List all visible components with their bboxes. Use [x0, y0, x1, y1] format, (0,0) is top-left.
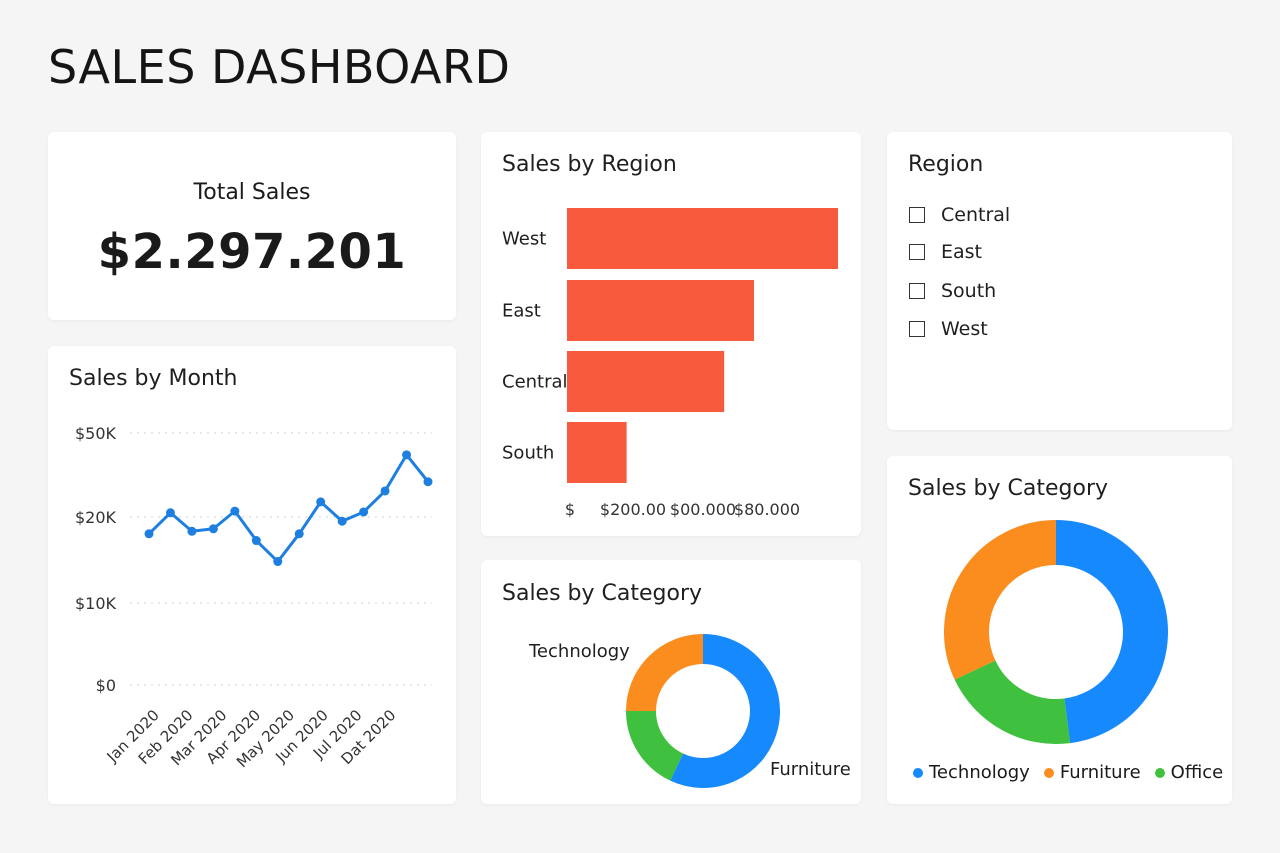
- sales-by-category-small-card: Sales by Category Technology Furniture: [481, 560, 861, 804]
- sales-by-month-card: Sales by Month $50K $20K $10K $0 Jan 2020 Feb…: [48, 346, 456, 804]
- category-label: East: [502, 301, 541, 322]
- data-point: [165, 508, 175, 518]
- data-point: [144, 529, 154, 539]
- slice-office: [626, 710, 684, 781]
- y-tick-label: $10K: [75, 594, 117, 613]
- filter-option-west[interactable]: West: [909, 317, 988, 341]
- filter-option-label: South: [941, 280, 997, 302]
- region-filter-card: Region Central East South West: [887, 132, 1232, 430]
- legend-dot: [913, 767, 923, 778]
- legend-item-office[interactable]: Office: [1154, 762, 1224, 783]
- checkbox[interactable]: [909, 207, 925, 223]
- checkbox[interactable]: [909, 244, 925, 260]
- checkbox[interactable]: [909, 321, 925, 337]
- y-tick-label: $0: [96, 676, 116, 695]
- filter-option-central[interactable]: Central: [909, 203, 1010, 227]
- category-legend: Technology Furniture Office: [913, 762, 1237, 783]
- legend-dot: [1043, 767, 1054, 778]
- filter-option-east[interactable]: East: [909, 240, 982, 264]
- data-point: [337, 516, 347, 526]
- sales-by-category-small-chart: Technology Furniture: [528, 634, 851, 788]
- y-tick-label: $20K: [75, 508, 117, 527]
- data-point: [402, 450, 412, 460]
- x-tick-label: $00.000: [670, 500, 736, 519]
- data-point: [187, 526, 197, 536]
- legend-label: Furniture: [1059, 762, 1141, 783]
- sales-by-category-big-card: Sales by Category Technology Furniture O…: [887, 456, 1232, 804]
- total-sales-card: Total Sales $2.297.201: [48, 132, 456, 320]
- total-sales-label: Total Sales: [193, 180, 311, 205]
- slice-label-furniture: Furniture: [770, 759, 851, 780]
- filter-option-label: Central: [941, 204, 1011, 226]
- data-point: [208, 524, 218, 534]
- filter-option-label: East: [941, 241, 982, 263]
- page-title: SALES DASHBOARD: [48, 40, 511, 94]
- category-label: West: [502, 229, 546, 250]
- data-point: [316, 497, 326, 507]
- slice-office: [954, 659, 1071, 744]
- x-tick-label: $200.00: [600, 500, 666, 519]
- legend-label: Office: [1170, 762, 1224, 783]
- sales-by-region-chart: West East Central South $ $200.00 $00.000$80.0…: [502, 208, 838, 519]
- slice-technology: [626, 634, 704, 712]
- sales-by-region-card: Sales by Region West East Central South $ $20…: [481, 132, 861, 536]
- legend-item-furniture[interactable]: Furniture: [1043, 762, 1141, 783]
- y-tick-label: $50K: [75, 424, 117, 443]
- bar-west: [567, 208, 838, 269]
- region-filter-title: Region: [908, 152, 984, 177]
- legend-item-technology[interactable]: Technology: [913, 762, 1030, 783]
- x-tick-label: $: [565, 500, 575, 519]
- bar-central: [567, 351, 725, 412]
- filter-option-south[interactable]: South: [909, 279, 996, 303]
- sales-by-category-big-chart: [944, 520, 1168, 744]
- x-tick-label: $80.000: [734, 500, 800, 519]
- legend-dot: [1154, 767, 1165, 778]
- bar-south: [567, 422, 627, 483]
- slice-label-technology: Technology: [528, 641, 630, 662]
- data-point: [251, 536, 261, 546]
- legend-label: Technology: [929, 762, 1030, 783]
- filter-option-label: West: [941, 318, 988, 340]
- slice-technology: [1055, 520, 1168, 744]
- data-point: [423, 477, 433, 487]
- sales-line: [147, 453, 430, 564]
- slice-furniture: [670, 634, 780, 788]
- data-point: [380, 486, 390, 496]
- checkbox[interactable]: [909, 283, 925, 299]
- sales-by-month-chart: $50K$20K$10K$0Jan 2020Feb 2020Mar 2020Ap…: [75, 424, 433, 771]
- data-point: [359, 507, 369, 517]
- category-label: South: [502, 443, 554, 464]
- data-point: [273, 557, 283, 567]
- bar-east: [567, 280, 754, 341]
- total-sales-value: $2.297.201: [97, 224, 407, 280]
- slice-furniture: [944, 520, 1057, 680]
- category-label: Central: [502, 372, 568, 393]
- data-point: [230, 506, 240, 516]
- data-point: [294, 529, 304, 539]
